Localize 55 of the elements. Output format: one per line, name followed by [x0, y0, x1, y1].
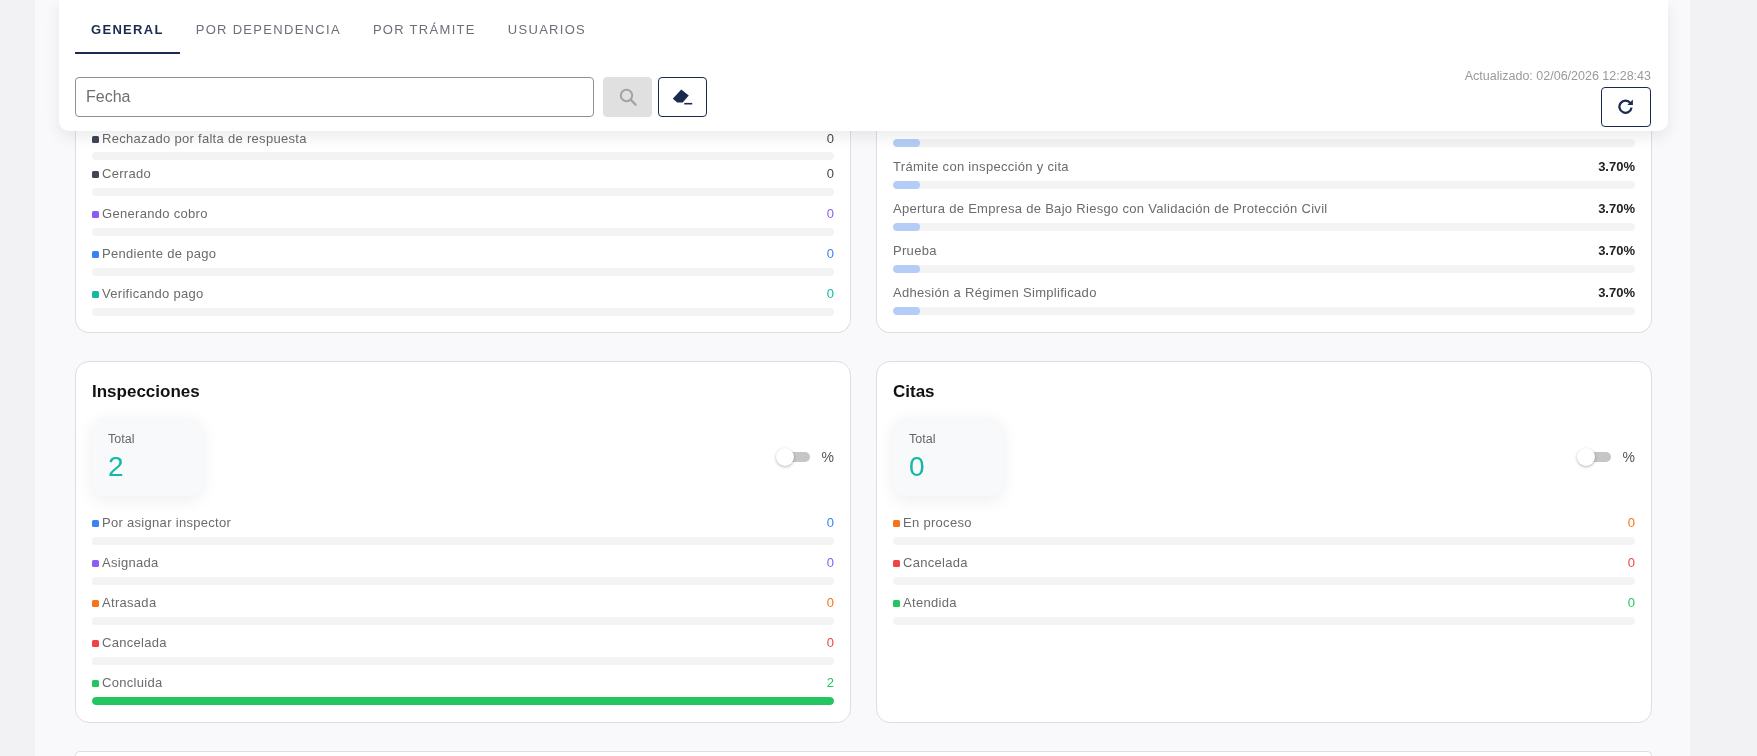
status-label: Cancelada: [903, 555, 968, 571]
status-label: En proceso: [903, 515, 972, 531]
status-count: 0: [1627, 515, 1635, 531]
procedure-percent: 3.70%: [1598, 201, 1635, 217]
status-label: Cancelada: [102, 635, 167, 651]
status-count: 0: [826, 595, 834, 611]
panel-title: Inspecciones: [92, 381, 201, 403]
percent-label: %: [821, 448, 834, 466]
status-count: 0: [826, 131, 834, 147]
percent-toggle[interactable]: [775, 448, 810, 466]
tab[interactable]: POR DEPENDENCIA: [179, 10, 357, 54]
status-label: Rechazado por falta de respuesta: [102, 131, 307, 147]
last-updated-text: Actualizado: 02/06/2026 12:28:43: [1464, 68, 1651, 84]
tab[interactable]: GENERAL: [75, 10, 180, 54]
status-label: Pendiente de pago: [102, 246, 217, 262]
status-count: 0: [826, 166, 834, 182]
total-label: Total: [909, 431, 937, 447]
refresh-icon: [1618, 99, 1634, 115]
status-count: 0: [1627, 555, 1635, 571]
procedure-name: Trámite con inspección y cita: [893, 159, 1069, 175]
status-count: 0: [826, 635, 834, 651]
eraser-icon: [672, 89, 693, 105]
status-count: 0: [826, 555, 834, 571]
tab[interactable]: USUARIOS: [491, 10, 603, 54]
search-icon: [618, 88, 637, 106]
refresh-button[interactable]: [1601, 87, 1651, 127]
status-label: Generando cobro: [102, 206, 208, 222]
status-count: 0: [826, 206, 834, 222]
panel-title: Citas: [893, 381, 936, 403]
percent-label: %: [1622, 448, 1635, 466]
status-label: Asignada: [102, 555, 159, 571]
status-label: Cerrado: [102, 166, 152, 182]
total-count: 2: [108, 451, 125, 483]
procedure-name: Prueba: [893, 243, 937, 259]
procedure-percent: 3.70%: [1598, 243, 1635, 259]
procedure-percent: 3.70%: [1598, 159, 1635, 175]
status-count: 0: [826, 286, 834, 302]
status-label: Atrasada: [102, 595, 157, 611]
procedure-percent: 3.70%: [1598, 285, 1635, 301]
status-label: Atendida: [903, 595, 957, 611]
status-count: 2: [826, 675, 834, 691]
status-count: 0: [826, 515, 834, 531]
status-count: 0: [826, 246, 834, 262]
tab[interactable]: POR TRÁMITE: [356, 10, 492, 54]
procedure-name: Adhesión a Régimen Simplificado: [893, 285, 1097, 301]
status-label: Concluida: [102, 675, 163, 691]
procedure-name: Apertura de Empresa de Bajo Riesgo con Validación de Protección Civil: [893, 201, 1328, 217]
percent-toggle[interactable]: [1576, 448, 1611, 466]
status-label: Por asignar inspector: [102, 515, 232, 531]
total-label: Total: [108, 431, 136, 447]
clear-button[interactable]: [658, 77, 707, 117]
date-field[interactable]: Fecha: [75, 77, 594, 117]
status-label: Verificando pago: [102, 286, 204, 302]
status-count: 0: [1627, 595, 1635, 611]
total-count: 0: [909, 451, 926, 483]
